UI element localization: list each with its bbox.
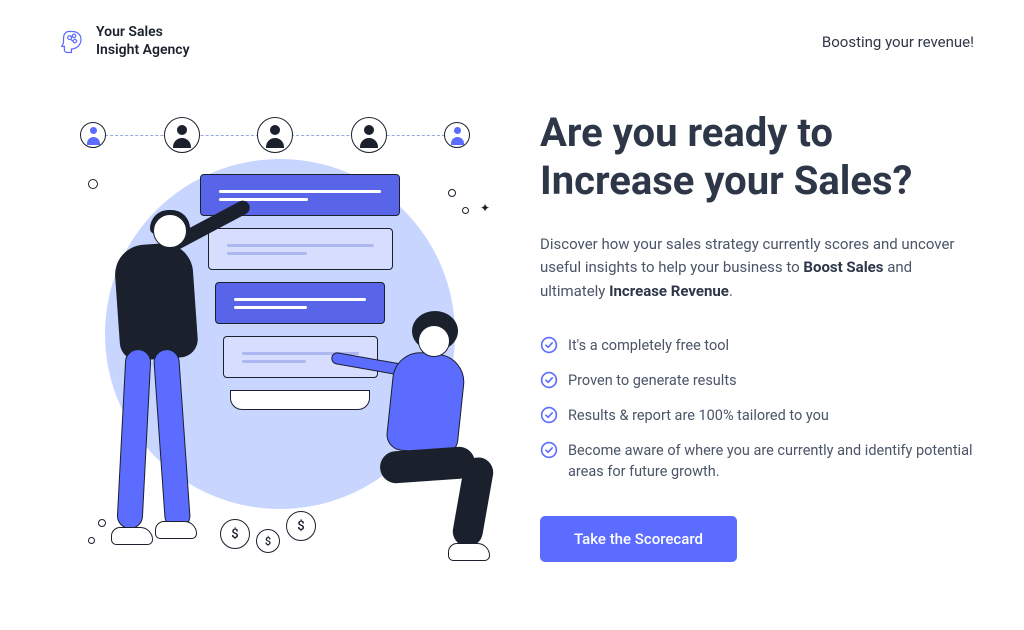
hero-description: Discover how your sales strategy current… xyxy=(540,233,974,303)
benefit-text: It's a completely free tool xyxy=(568,335,729,356)
avatar-icon xyxy=(257,117,293,153)
desc-bold: Increase Revenue xyxy=(609,282,729,300)
take-scorecard-button[interactable]: Take the Scorecard xyxy=(540,516,737,562)
check-circle-icon xyxy=(540,406,558,424)
brand-name-line1: Your Sales xyxy=(96,24,190,42)
coin-icon: $ xyxy=(286,511,316,541)
check-circle-icon xyxy=(540,371,558,389)
brand-name: Your Sales Insight Agency xyxy=(96,24,190,59)
brand-logo[interactable]: Your Sales Insight Agency xyxy=(60,24,190,59)
person-illustration xyxy=(95,214,245,544)
coin-icon: $ xyxy=(220,519,250,549)
desc-text: . xyxy=(729,282,733,300)
person-illustration xyxy=(330,319,510,569)
avatar-icon xyxy=(351,117,387,153)
benefit-item: Proven to generate results xyxy=(540,370,974,391)
benefits-list: It's a completely free tool Proven to ge… xyxy=(540,335,974,482)
benefit-text: Become aware of where you are currently … xyxy=(568,440,974,482)
brain-head-icon xyxy=(60,28,88,56)
sparkle-icon: ✦ xyxy=(480,201,490,215)
brand-name-line2: Insight Agency xyxy=(96,42,190,60)
header-tagline: Boosting your revenue! xyxy=(822,33,974,51)
benefit-item: Become aware of where you are currently … xyxy=(540,440,974,482)
hero-illustration: $ $ $ ✦ xyxy=(40,99,500,579)
avatar-icon xyxy=(80,122,106,148)
coin-icon: $ xyxy=(256,529,280,553)
avatar-icon xyxy=(444,122,470,148)
benefit-item: Results & report are 100% tailored to yo… xyxy=(540,405,974,426)
hero-copy: Are you ready to Increase your Sales? Di… xyxy=(540,99,974,562)
benefit-text: Proven to generate results xyxy=(568,370,737,391)
check-circle-icon xyxy=(540,336,558,354)
check-circle-icon xyxy=(540,441,558,459)
page-header: Your Sales Insight Agency Boosting your … xyxy=(0,0,1024,59)
benefit-text: Results & report are 100% tailored to yo… xyxy=(568,405,829,426)
desc-bold: Boost Sales xyxy=(803,258,883,276)
main-content: $ $ $ ✦ Are you ready to Increase your S… xyxy=(0,59,1024,579)
avatar-icon xyxy=(164,117,200,153)
page-heading: Are you ready to Increase your Sales? xyxy=(540,109,974,205)
benefit-item: It's a completely free tool xyxy=(540,335,974,356)
